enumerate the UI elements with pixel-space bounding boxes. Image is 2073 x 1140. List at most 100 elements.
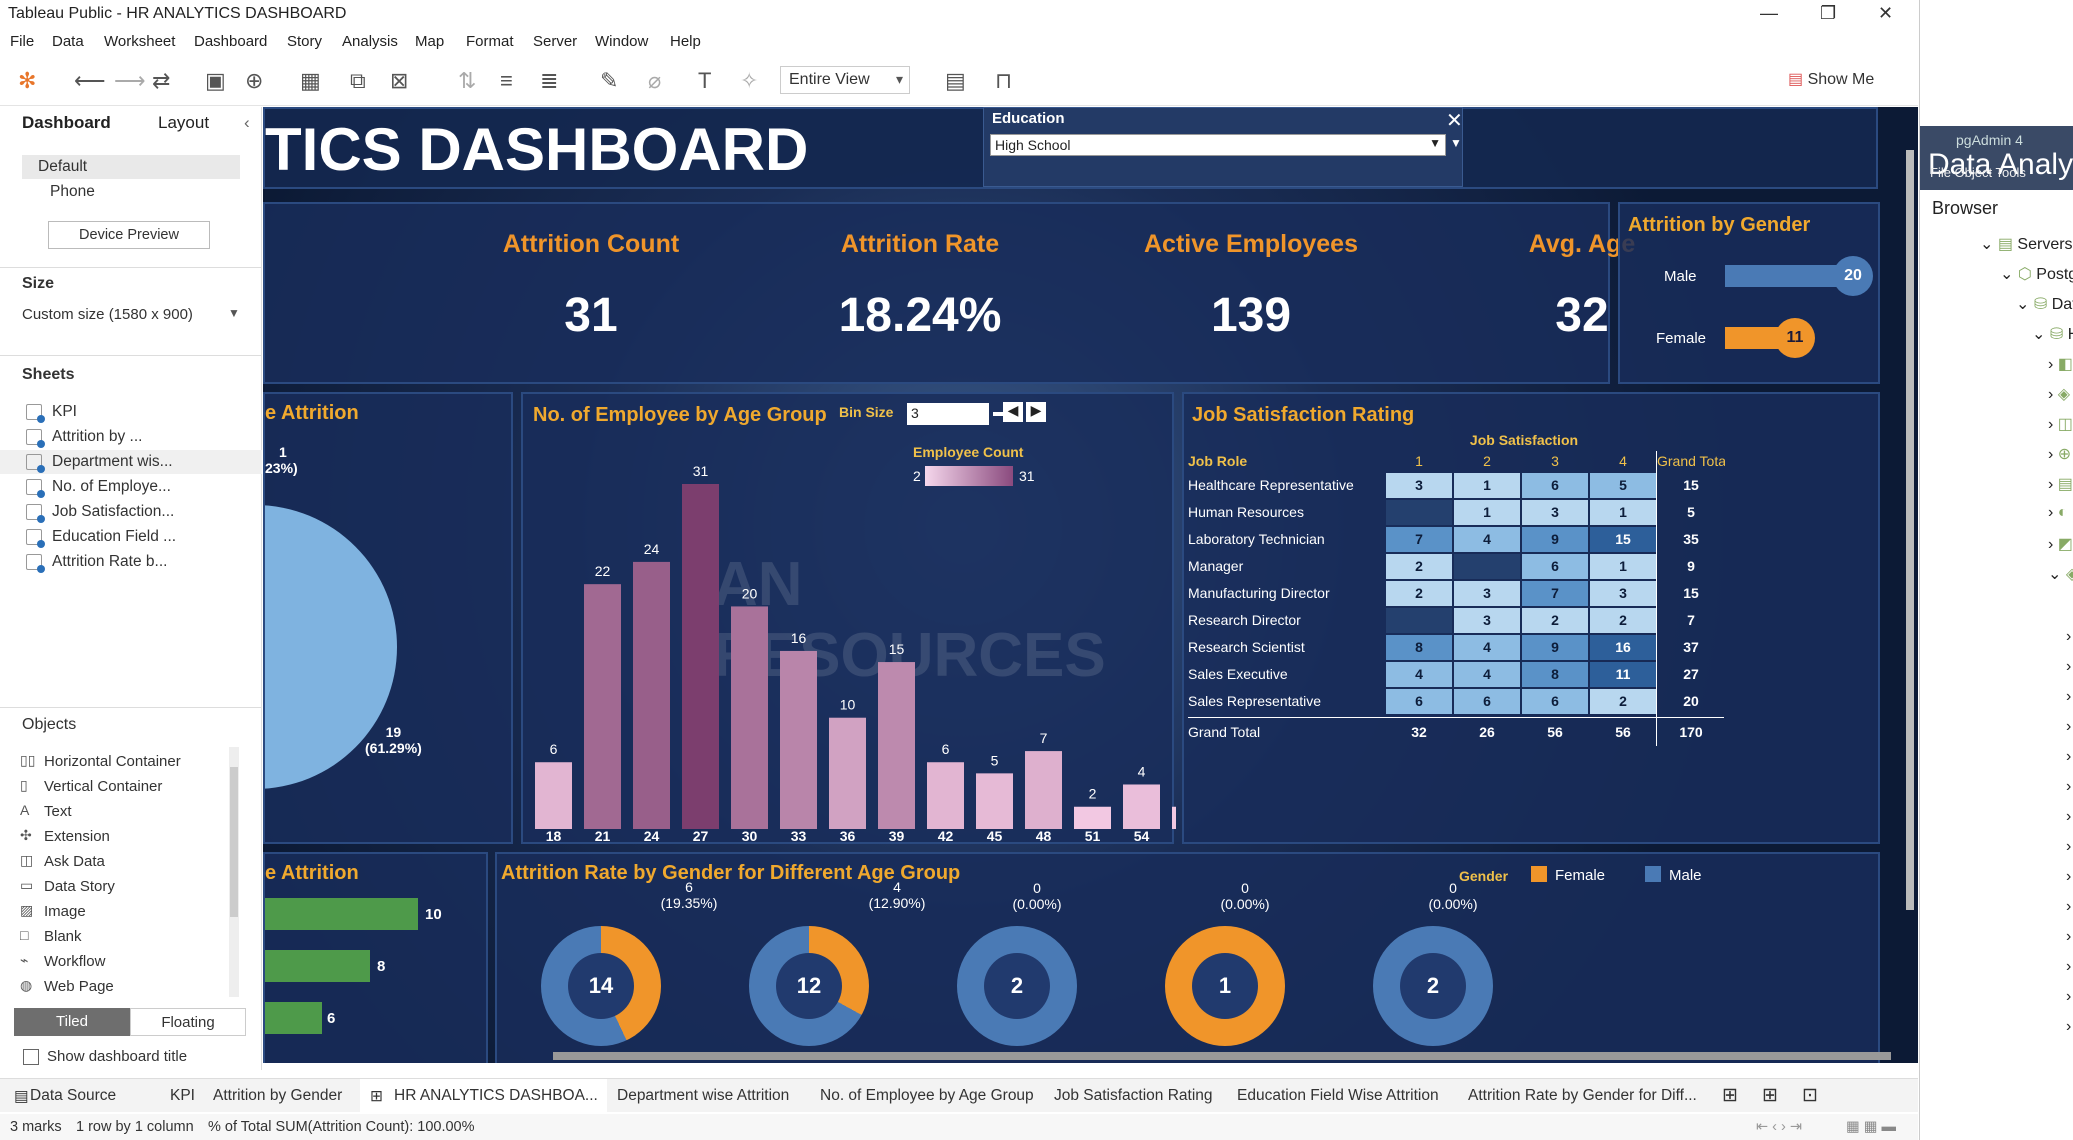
tableau-logo-icon[interactable]: ✻ bbox=[18, 69, 36, 93]
pgadmin-tree-item[interactable]: › ◈ Ca bbox=[2048, 384, 2073, 404]
grand-total-cell[interactable]: 7 bbox=[1657, 607, 1725, 634]
swap-icon[interactable]: ⇄ bbox=[152, 69, 170, 93]
new-datasource-icon[interactable]: ⊕ bbox=[245, 69, 263, 93]
pgadmin-tree-item[interactable]: ⌄ ⬡ PostgreSQ bbox=[2000, 264, 2073, 284]
object-item[interactable]: Image bbox=[44, 903, 86, 920]
age-bar[interactable] bbox=[780, 650, 817, 829]
sheet-item[interactable]: Attrition by ... bbox=[52, 428, 142, 446]
menu-server[interactable]: Server bbox=[533, 33, 577, 50]
close-icon[interactable]: ✕ bbox=[1878, 3, 1893, 24]
tab-dashboard[interactable]: Dashboard bbox=[22, 113, 111, 133]
education-bar[interactable] bbox=[265, 950, 370, 982]
age-bar[interactable] bbox=[1025, 751, 1062, 829]
grand-total-cell[interactable]: 26 bbox=[1453, 719, 1521, 746]
heatmap-cell[interactable]: 2 bbox=[1386, 581, 1452, 606]
object-item[interactable]: Horizontal Container bbox=[44, 753, 181, 770]
menu-dashboard[interactable]: Dashboard bbox=[194, 33, 267, 50]
heatmap-cell[interactable]: 6 bbox=[1522, 473, 1588, 498]
age-bar[interactable] bbox=[1074, 806, 1111, 829]
grand-total-cell[interactable]: 27 bbox=[1657, 661, 1725, 688]
age-bar[interactable] bbox=[1172, 806, 1176, 829]
pin-icon[interactable]: ✧ bbox=[740, 69, 758, 93]
object-item[interactable]: Workflow bbox=[44, 953, 105, 970]
pgadmin-tree-item[interactable]: › ◫ Ev bbox=[2048, 414, 2073, 434]
pgadmin-tree-item[interactable]: ⌄ ⛁ HR D bbox=[2032, 324, 2073, 344]
object-item[interactable]: Data Story bbox=[44, 878, 115, 895]
heatmap-cell[interactable] bbox=[1386, 608, 1452, 633]
chevron-icon[interactable]: › bbox=[2066, 958, 2071, 976]
heatmap-cell[interactable]: 2 bbox=[1590, 689, 1656, 714]
show-title-checkbox[interactable] bbox=[23, 1049, 39, 1065]
new-worksheet-icon[interactable]: ⊞ bbox=[1722, 1084, 1738, 1107]
menu-story[interactable]: Story bbox=[287, 33, 322, 50]
menu-map[interactable]: Map bbox=[415, 33, 444, 50]
chevron-icon[interactable]: ⌄ bbox=[2016, 296, 2034, 313]
object-item[interactable]: Extension bbox=[44, 828, 110, 845]
pgadmin-menu[interactable]: File Object Tools bbox=[1930, 165, 2026, 180]
object-item[interactable]: Vertical Container bbox=[44, 778, 162, 795]
chevron-icon[interactable]: › bbox=[2066, 628, 2071, 646]
device-default[interactable]: Default bbox=[38, 158, 87, 176]
heatmap-cell[interactable]: 3 bbox=[1522, 500, 1588, 525]
age-bar[interactable] bbox=[976, 773, 1013, 829]
new-sheet-icon[interactable]: ▦ bbox=[300, 69, 321, 93]
heatmap-cell[interactable]: 1 bbox=[1454, 500, 1520, 525]
heatmap-cell[interactable]: 7 bbox=[1522, 581, 1588, 606]
collapse-icon[interactable]: ‹ bbox=[244, 113, 250, 133]
grand-total-cell[interactable]: 15 bbox=[1657, 472, 1725, 499]
pgadmin-tree-item[interactable]: › ▤ Fo bbox=[2048, 474, 2073, 494]
menu-format[interactable]: Format bbox=[466, 33, 514, 50]
object-item[interactable]: Text bbox=[44, 803, 72, 820]
sheet-item[interactable]: Education Field ... bbox=[52, 528, 176, 546]
grand-total-cell[interactable]: 32 bbox=[1385, 719, 1453, 746]
heatmap-cell[interactable]: 3 bbox=[1386, 473, 1452, 498]
grand-total-cell[interactable]: 56 bbox=[1521, 719, 1589, 746]
age-bar[interactable] bbox=[682, 484, 719, 829]
pgadmin-tree-item[interactable]: › ◩ Pr bbox=[2048, 534, 2073, 554]
chevron-icon[interactable]: ⌄ bbox=[2032, 326, 2050, 343]
pgadmin-tree-item[interactable]: › ◧ Ca bbox=[2048, 354, 2073, 374]
grand-total-cell[interactable]: 20 bbox=[1657, 688, 1725, 715]
vertical-scrollbar[interactable] bbox=[1906, 150, 1914, 910]
tab-attrition-gender[interactable]: Attrition by Gender bbox=[213, 1087, 342, 1105]
tab-rate-gender[interactable]: Attrition Rate by Gender for Diff... bbox=[1468, 1087, 1697, 1105]
chevron-icon[interactable]: › bbox=[2066, 748, 2071, 766]
chevron-icon[interactable]: › bbox=[2066, 868, 2071, 886]
heatmap-cell[interactable]: 2 bbox=[1590, 608, 1656, 633]
age-bar[interactable] bbox=[633, 561, 670, 829]
tab-data-source[interactable]: Data Source bbox=[30, 1087, 116, 1105]
chevron-icon[interactable]: › bbox=[2048, 504, 2058, 521]
tab-job-satisfaction[interactable]: Job Satisfaction Rating bbox=[1054, 1087, 1213, 1105]
sheet-item[interactable]: KPI bbox=[52, 403, 77, 421]
sort-asc-icon[interactable]: ≡ bbox=[500, 69, 513, 93]
age-bar[interactable] bbox=[878, 662, 915, 829]
grand-total-cell[interactable]: 15 bbox=[1657, 580, 1725, 607]
sort-desc-icon[interactable]: ≣ bbox=[540, 69, 558, 93]
object-item[interactable]: Blank bbox=[44, 928, 82, 945]
heatmap-cell[interactable]: 3 bbox=[1590, 581, 1656, 606]
grand-total-cell[interactable]: 37 bbox=[1657, 634, 1725, 661]
tiled-button[interactable]: Tiled bbox=[14, 1008, 130, 1036]
chevron-icon[interactable]: › bbox=[2066, 688, 2071, 706]
heatmap-cell[interactable]: 1 bbox=[1590, 554, 1656, 579]
heatmap-cell[interactable] bbox=[1386, 500, 1452, 525]
chevron-icon[interactable]: ⌄ bbox=[2048, 566, 2066, 583]
chevron-icon[interactable]: › bbox=[2048, 536, 2058, 553]
size-select[interactable]: Custom size (1580 x 900) bbox=[22, 306, 193, 323]
heatmap-cell[interactable]: 5 bbox=[1590, 473, 1656, 498]
pgadmin-tree-item[interactable]: ⌄ ▤ Servers (1) bbox=[1980, 234, 2073, 254]
device-preview-button[interactable]: Device Preview bbox=[48, 221, 210, 249]
undo-icon[interactable]: ⟵ bbox=[74, 69, 106, 93]
age-bar[interactable] bbox=[927, 762, 964, 829]
heatmap-cell[interactable]: 4 bbox=[1454, 662, 1520, 687]
menu-worksheet[interactable]: Worksheet bbox=[104, 33, 175, 50]
show-me-button[interactable]: ▤ Show Me bbox=[1788, 69, 1874, 89]
chevron-icon[interactable]: › bbox=[2048, 446, 2058, 463]
chevron-icon[interactable]: › bbox=[2066, 898, 2071, 916]
heatmap-cell[interactable]: 6 bbox=[1522, 554, 1588, 579]
menu-window[interactable]: Window bbox=[595, 33, 648, 50]
labels-icon[interactable]: T bbox=[698, 69, 711, 93]
objects-scrollbar[interactable] bbox=[229, 747, 239, 997]
sheet-item[interactable]: Department wis... bbox=[52, 453, 173, 471]
sheet-item[interactable]: Job Satisfaction... bbox=[52, 503, 174, 521]
